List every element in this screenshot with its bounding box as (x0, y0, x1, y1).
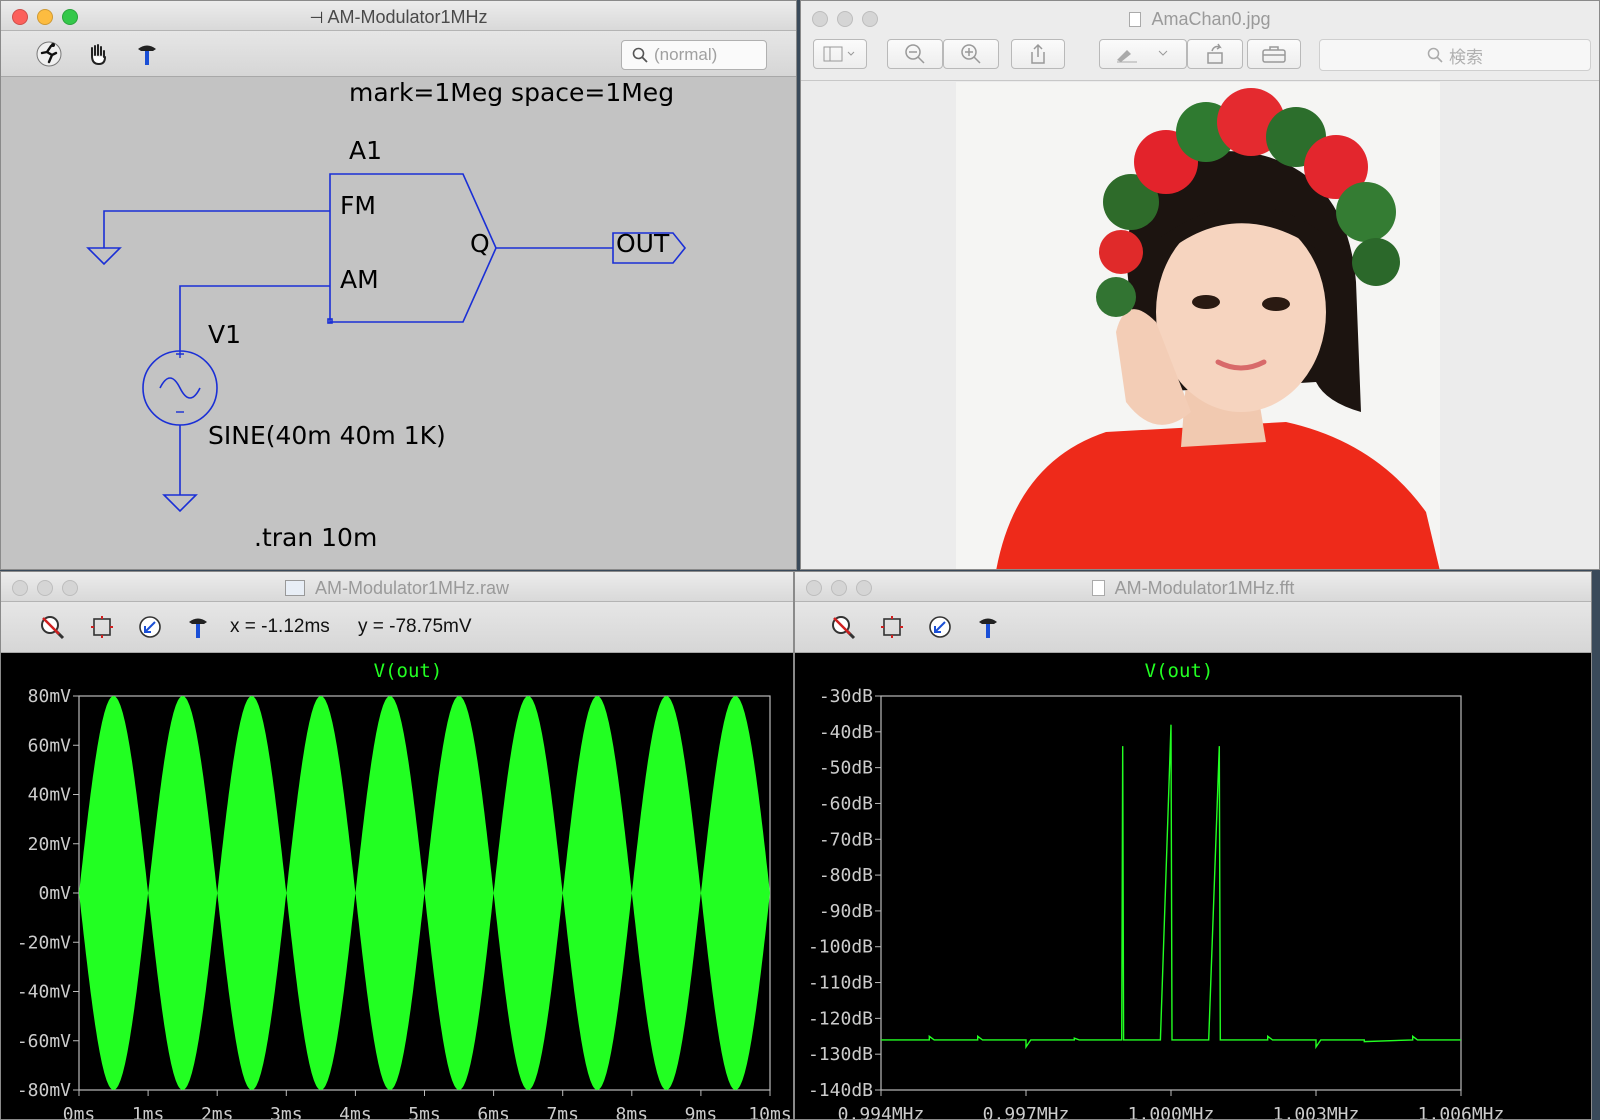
window-title: AM-Modulator1MHz.fft (795, 578, 1591, 599)
window-title: ⊣ AM-Modulator1MHz (309, 7, 488, 27)
y-tick-label: -80dB (819, 865, 873, 886)
y-tick-label: -40mV (17, 982, 71, 1003)
schematic-canvas[interactable]: mark=1Meg space=1Meg A1 FM AM Q OUT V1 S… (1, 78, 796, 569)
pin-label-am: AM (340, 265, 379, 294)
directive-mark-space[interactable]: mark=1Meg space=1Meg (349, 78, 674, 107)
y-tick-label: -30dB (819, 686, 873, 707)
zoom-cancel-icon[interactable] (828, 612, 858, 642)
y-tick-label: 40mV (28, 785, 72, 806)
x-tick-label: 1ms (132, 1104, 165, 1120)
rotate-icon[interactable] (1187, 39, 1243, 69)
x-tick-label: 2ms (201, 1104, 234, 1120)
fft-titlebar[interactable]: AM-Modulator1MHz.fft (795, 572, 1591, 602)
waveform-plot[interactable]: 0ms 1ms 2ms 3ms 4ms 5ms 6ms 7ms 8ms 9ms 10ms 80mV 60… (1, 653, 794, 1120)
waveform-toolbar: x = -1.12ms y = -78.75mV (1, 602, 793, 653)
hammer-icon[interactable] (132, 39, 162, 69)
y-tick-label: 0mV (38, 883, 71, 904)
x-tick-label: 1.006MHz (1418, 1104, 1505, 1120)
search-input[interactable]: (normal) (621, 40, 767, 70)
cursor-x-readout: x = -1.12ms (230, 616, 330, 637)
photo-portrait[interactable] (956, 82, 1440, 570)
source-value[interactable]: SINE(40m 40m 1K) (208, 421, 446, 450)
autorange-icon[interactable] (877, 612, 907, 642)
y-tick-label: -90dB (819, 901, 873, 922)
x-tick-label: 3ms (270, 1104, 303, 1120)
waveform-doc-icon (284, 580, 305, 596)
y-tick-label: -130dB (808, 1044, 873, 1065)
y-tick-label: 80mV (28, 686, 72, 707)
markup-icon[interactable] (1099, 39, 1187, 69)
cursor-y-readout: y = -78.75mV (358, 616, 472, 637)
search-input[interactable]: 検索 (1319, 39, 1591, 71)
pan-hand-icon[interactable] (83, 39, 113, 69)
x-tick-label: 5ms (408, 1104, 441, 1120)
x-tick-label: 0.994MHz (838, 1104, 925, 1120)
x-tick-label: 1.000MHz (1128, 1104, 1215, 1120)
waveform-titlebar[interactable]: AM-Modulator1MHz.raw (1, 572, 793, 602)
hammer-icon[interactable] (973, 612, 1003, 642)
x-tick-label: 1.003MHz (1273, 1104, 1360, 1120)
y-tick-label: -100dB (808, 937, 873, 958)
net-label-out[interactable]: OUT (616, 229, 669, 258)
x-tick-label: 8ms (616, 1104, 649, 1120)
y-tick-label: -70dB (819, 829, 873, 850)
tran-directive[interactable]: .tran 10m (254, 523, 377, 552)
schematic-toolbar: (normal) (1, 31, 796, 77)
schematic-doc-icon: ⊣ (309, 10, 324, 27)
zoom-back-icon[interactable] (135, 612, 165, 642)
fft-doc-icon (1091, 580, 1105, 596)
y-tick-label: -50dB (819, 758, 873, 779)
search-icon (1427, 47, 1443, 63)
fft-plot[interactable]: 0.994MHz 0.997MHz 1.000MHz 1.003MHz 1.006MHz… (795, 653, 1592, 1120)
search-icon (632, 47, 648, 63)
y-tick-label: -120dB (808, 1008, 873, 1029)
x-tick-label: 9ms (685, 1104, 718, 1120)
y-tick-label: -60mV (17, 1031, 71, 1052)
trace-label[interactable]: V(out) (1145, 660, 1214, 682)
y-tick-label: 60mV (28, 735, 72, 756)
x-tick-label: 0.997MHz (983, 1104, 1070, 1120)
y-tick-label: -140dB (808, 1080, 873, 1101)
y-tick-label: -110dB (808, 973, 873, 994)
hammer-icon[interactable] (183, 612, 213, 642)
autorange-icon[interactable] (87, 612, 117, 642)
schematic-wires (86, 173, 687, 513)
jpg-file-icon (1129, 12, 1142, 27)
preview-titlebar[interactable]: AmaChan0.jpg (801, 1, 1599, 31)
y-tick-label: -20mV (17, 932, 71, 953)
fft-window: AM-Modulator1MHz.fft 0.994MHz 0.997MHz 1.0… (794, 571, 1592, 1120)
x-tick-label: 10ms (748, 1104, 791, 1120)
y-tick-label: 20mV (28, 834, 72, 855)
waveform-window: AM-Modulator1MHz.raw x = -1.12ms y = -78… (0, 571, 794, 1120)
trace-label[interactable]: V(out) (374, 660, 443, 682)
zoom-back-icon[interactable] (925, 612, 955, 642)
x-tick-label: 7ms (546, 1104, 579, 1120)
window-title: AmaChan0.jpg (801, 9, 1599, 30)
source-name-v1[interactable]: V1 (208, 320, 241, 349)
x-tick-label: 0ms (63, 1104, 96, 1120)
zoom-cancel-icon[interactable] (37, 612, 67, 642)
run-icon[interactable] (34, 39, 64, 69)
sidebar-icon[interactable] (813, 39, 867, 69)
x-tick-label: 4ms (339, 1104, 372, 1120)
schematic-titlebar[interactable]: ⊣ AM-Modulator1MHz (1, 1, 796, 31)
schematic-window: ⊣ AM-Modulator1MHz (normal) mark=1Meg sp… (0, 0, 797, 570)
pin-label-q: Q (470, 229, 490, 258)
share-icon[interactable] (1011, 39, 1065, 69)
y-tick-label: -60dB (819, 793, 873, 814)
preview-toolbar: 検索 (801, 31, 1599, 81)
component-name-a1[interactable]: A1 (349, 136, 382, 165)
x-tick-label: 6ms (477, 1104, 510, 1120)
zoom-out-icon[interactable] (887, 39, 943, 69)
window-title: AM-Modulator1MHz.raw (1, 578, 793, 599)
y-tick-label: -40dB (819, 722, 873, 743)
toolbox-icon[interactable] (1247, 39, 1301, 69)
zoom-in-icon[interactable] (943, 39, 999, 69)
fft-toolbar (795, 602, 1591, 653)
preview-window: AmaChan0.jpg 検索 (800, 0, 1600, 570)
pin-label-fm: FM (340, 191, 376, 220)
preview-image-area (801, 82, 1599, 570)
y-tick-label: -80mV (17, 1080, 71, 1101)
